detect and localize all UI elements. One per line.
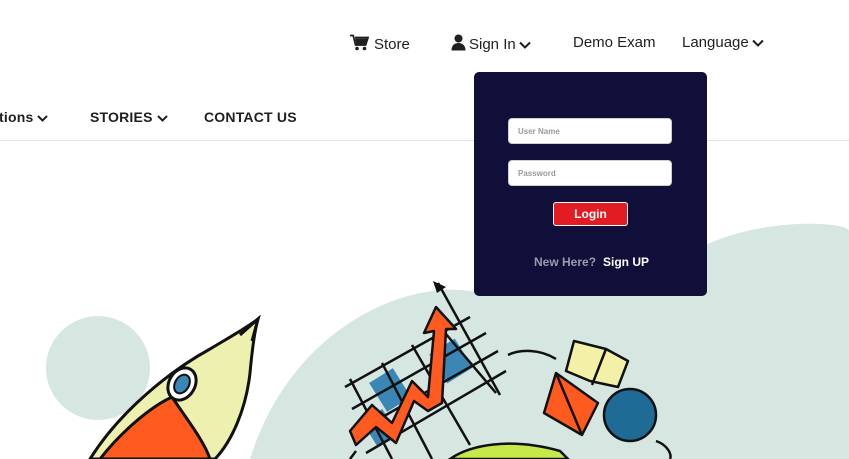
signin-dropdown[interactable]: Sign In bbox=[451, 34, 531, 55]
password-input[interactable] bbox=[508, 160, 672, 186]
hero-illustration bbox=[0, 141, 849, 459]
demo-exam-link[interactable]: Demo Exam bbox=[573, 34, 656, 51]
login-button[interactable]: Login bbox=[553, 202, 628, 226]
nav-item-stories[interactable]: STORIES bbox=[90, 109, 168, 125]
hero-artwork bbox=[46, 223, 849, 459]
chevron-down-icon bbox=[156, 109, 168, 125]
nav-item-contact[interactable]: CONTACT US bbox=[204, 109, 297, 125]
chevron-down-icon bbox=[752, 34, 764, 51]
nav-item-stories-label: STORIES bbox=[90, 109, 153, 125]
store-link[interactable]: Store bbox=[350, 34, 410, 55]
language-label: Language bbox=[682, 34, 749, 51]
signup-link[interactable]: Sign UP bbox=[603, 255, 649, 269]
nav-item-solutions[interactable]: tions bbox=[0, 109, 49, 125]
user-icon bbox=[451, 34, 466, 55]
language-dropdown[interactable]: Language bbox=[682, 34, 764, 51]
nav-item-solutions-label: tions bbox=[0, 109, 34, 125]
username-input[interactable] bbox=[508, 118, 672, 144]
signin-label: Sign In bbox=[469, 36, 516, 53]
store-label: Store bbox=[374, 36, 410, 53]
signin-panel: Login New Here? Sign UP bbox=[474, 72, 707, 296]
new-here-text: New Here? bbox=[534, 255, 597, 269]
cart-icon bbox=[350, 34, 370, 55]
chevron-down-icon bbox=[37, 109, 49, 125]
nav-item-contact-label: CONTACT US bbox=[204, 109, 297, 125]
demo-exam-label: Demo Exam bbox=[573, 34, 656, 51]
chevron-down-icon bbox=[518, 36, 531, 53]
